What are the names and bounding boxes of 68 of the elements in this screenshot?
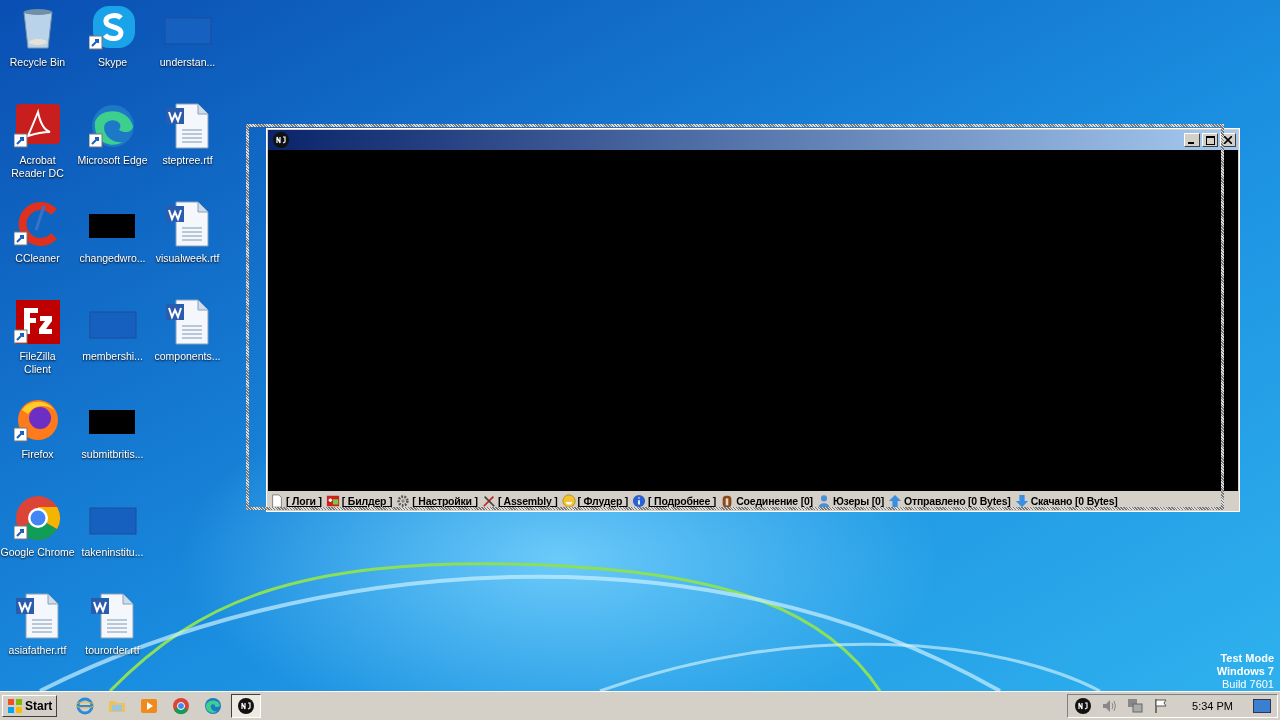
desktop-icon-label[interactable]: understan... <box>159 56 216 69</box>
desktop-icon-label[interactable]: FileZilla Client <box>7 350 68 376</box>
desktop-icon-label[interactable]: Recycle Bin <box>9 56 66 69</box>
system-notice-text: Build 7601 <box>1222 678 1274 691</box>
desktop-icon-label[interactable]: Skype <box>97 56 128 69</box>
start-button[interactable]: Start <box>2 695 58 717</box>
media-player-icon <box>140 697 159 715</box>
edge-icon <box>88 102 137 150</box>
up-arrow-icon <box>888 493 902 508</box>
desktop-icon-label[interactable]: components... <box>154 350 221 363</box>
njrat-icon <box>272 131 290 149</box>
maximize-icon <box>1205 135 1215 145</box>
show-desktop-icon[interactable] <box>1253 699 1271 713</box>
status-link[interactable]: [ Assembly ] <box>497 494 558 507</box>
word-document-icon <box>13 592 62 640</box>
chrome-icon <box>172 697 191 715</box>
status-counter: Соединение [0] <box>736 494 813 507</box>
document-icon <box>270 493 284 508</box>
down-arrow-icon <box>1014 493 1029 508</box>
status-counter: Юзеры [0] <box>832 494 884 507</box>
desktop-icon-label[interactable]: changedwro... <box>79 252 146 265</box>
status-link[interactable]: [ Флудер ] <box>577 494 629 507</box>
user-icon <box>816 493 831 508</box>
system-notice-text: Test Mode <box>1220 652 1274 665</box>
njrat-icon <box>237 697 256 715</box>
clock[interactable]: 5:34 PM <box>1192 700 1233 712</box>
desktop-icon-label[interactable]: Acrobat Reader DC <box>7 154 68 180</box>
maximize-button[interactable] <box>1202 133 1218 147</box>
close-icon <box>1224 136 1232 144</box>
desktop-icon-label[interactable]: Microsoft Edge <box>77 154 148 167</box>
word-document-icon <box>163 102 212 150</box>
word-document-icon <box>163 298 212 346</box>
desktop-icon-label[interactable]: membershi... <box>82 350 143 363</box>
smiley-icon <box>561 493 576 508</box>
filezilla-icon <box>13 298 62 346</box>
desktop-icon-label[interactable]: Google Chrome <box>0 546 75 559</box>
info-icon <box>632 493 647 508</box>
builder-icon <box>325 493 340 508</box>
desktop-icon-label[interactable]: CCleaner <box>15 252 60 265</box>
desktop-icon-label[interactable]: steptree.rtf <box>162 154 213 167</box>
acrobat-icon <box>13 102 62 150</box>
status-link[interactable]: [ Билдер ] <box>341 494 393 507</box>
word-document-icon <box>88 592 137 640</box>
desktop-icon-label[interactable]: takeninstitu... <box>81 546 144 559</box>
status-counter: Отправлено [0 Bytes] <box>904 494 1011 507</box>
desktop-icon-label[interactable]: visualweek.rtf <box>155 252 220 265</box>
windows-logo-icon <box>7 698 23 714</box>
desktop-icon-label[interactable]: Firefox <box>21 448 54 461</box>
desktop-icon-label[interactable]: tourorder.rtf <box>85 644 140 657</box>
gear-icon <box>396 493 411 508</box>
chrome-icon <box>13 494 62 542</box>
status-link[interactable]: [ Подробнее ] <box>648 494 717 507</box>
edge-icon <box>204 697 223 715</box>
tools-icon <box>481 493 496 508</box>
internet-explorer-icon <box>76 697 95 715</box>
minimize-button[interactable] <box>1184 133 1200 147</box>
system-notice-text: Windows 7 <box>1216 665 1274 678</box>
skype-icon <box>88 4 137 52</box>
word-document-icon <box>163 200 212 248</box>
status-link[interactable]: [ Настройки ] <box>412 494 478 507</box>
status-counter: Скачано [0 Bytes] <box>1030 494 1118 507</box>
desktop-icon-label[interactable]: submitbritis... <box>81 448 144 461</box>
status-link[interactable]: [ Логи ] <box>286 494 322 507</box>
desktop-icon-label[interactable]: asiafather.rtf <box>8 644 67 657</box>
network-icon <box>1126 697 1145 715</box>
njrat-icon <box>1074 697 1093 715</box>
taskbar-app-button[interactable] <box>231 694 262 718</box>
close-button[interactable] <box>1220 133 1236 147</box>
